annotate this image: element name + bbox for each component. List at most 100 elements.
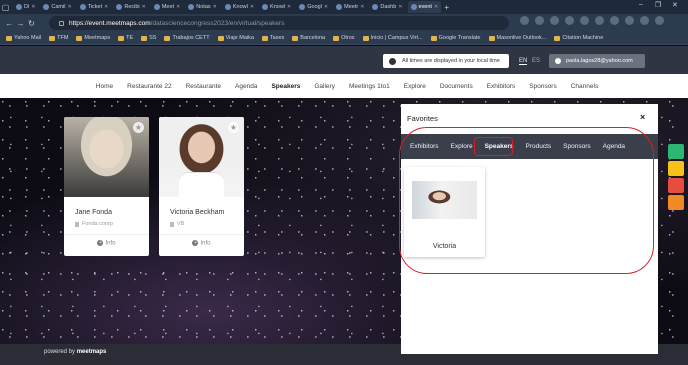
bookmark-item[interactable]: TE (118, 35, 133, 41)
profile-avatar-icon[interactable] (655, 16, 664, 25)
new-tab-icon[interactable]: + (441, 3, 452, 12)
extension-icon[interactable] (550, 16, 559, 25)
browser-tab[interactable]: Notas ✕ (185, 1, 220, 13)
close-tab-icon[interactable]: ✕ (434, 4, 438, 10)
nav-explore[interactable]: Explore (404, 83, 426, 90)
nav-agenda[interactable]: Agenda (235, 83, 257, 90)
bookmark-item[interactable]: Yahoo Mail (6, 35, 41, 41)
lang-es-button[interactable]: ES (532, 58, 540, 64)
browser-tab[interactable]: Di ✕ (13, 1, 38, 13)
nav-home[interactable]: Home (96, 83, 113, 90)
browser-tab[interactable]: Camil ✕ (40, 1, 74, 13)
plus-icon: + (192, 240, 199, 246)
browser-tab[interactable]: Ticket ✕ (77, 1, 112, 13)
close-tab-icon[interactable]: ✕ (250, 4, 254, 10)
star-icon[interactable]: ★ (228, 122, 239, 133)
browser-tab-active[interactable]: event ✕ (407, 1, 442, 13)
people-icon[interactable] (668, 178, 684, 193)
close-window-icon[interactable]: ✕ (672, 1, 678, 9)
bookmark-item[interactable]: Google Translate (430, 35, 481, 41)
close-icon[interactable]: × (640, 112, 645, 122)
close-tab-icon[interactable]: ✕ (360, 4, 364, 10)
extension-icon[interactable] (580, 16, 589, 25)
speaker-company: VB (170, 221, 184, 227)
bookmark-icon (488, 35, 495, 41)
bookmark-item[interactable]: Citation Machine (554, 35, 603, 41)
nav-restaurante[interactable]: Restaurante (186, 83, 221, 90)
browser-tab[interactable]: Dashb ✕ (369, 1, 405, 13)
highlight-annotation (399, 127, 654, 274)
maximize-icon[interactable]: ❐ (655, 1, 661, 9)
close-tab-icon[interactable]: ✕ (287, 4, 291, 10)
bookmark-item[interactable]: Barcelona (292, 35, 325, 41)
nav-gallery[interactable]: Gallery (314, 83, 335, 90)
close-tab-icon[interactable]: ✕ (67, 4, 71, 10)
forward-icon[interactable]: → (15, 19, 26, 28)
extension-icon[interactable] (520, 16, 529, 25)
extension-icon[interactable] (625, 16, 634, 25)
browser-tab[interactable]: Knowl ✕ (222, 1, 257, 13)
folder-icon (261, 35, 268, 41)
info-button[interactable]: + Info (159, 240, 244, 247)
minimize-icon[interactable]: – (639, 1, 643, 8)
extension-icon[interactable] (595, 16, 604, 25)
close-tab-icon[interactable]: ✕ (31, 4, 35, 10)
clock-icon (389, 57, 396, 65)
bookmark-item[interactable]: Inicio | Campus Virt... (362, 35, 423, 41)
back-icon[interactable]: ← (4, 19, 15, 28)
bookmark-item[interactable]: SS (141, 35, 156, 41)
speaker-card[interactable]: ★ Victoria Beckham VB + Info (159, 117, 244, 256)
close-tab-icon[interactable]: ✕ (176, 4, 180, 10)
bookmark-item[interactable]: Trabajos CETT (164, 35, 210, 41)
browser-tab-strip: ▢ Di ✕ Camil ✕ Ticket ✕ Recibi ✕ Meet ✕ Notas… (0, 0, 688, 14)
nav-meetings[interactable]: Meetings 1to1 (349, 83, 390, 90)
star-icon[interactable]: ★ (133, 122, 144, 133)
user-icon (555, 58, 561, 64)
bookmark-item[interactable]: TFM (49, 35, 68, 41)
user-menu-button[interactable]: paola.lagos28@yahoo.com (549, 54, 645, 68)
extension-icon[interactable] (535, 16, 544, 25)
plus-icon: + (97, 240, 104, 246)
close-tab-icon[interactable]: ✕ (213, 4, 217, 10)
chat-icon[interactable] (668, 144, 684, 159)
bookmark-item[interactable]: Otros (333, 35, 355, 41)
bookmark-item[interactable]: Meetmaps (76, 35, 110, 41)
browser-tab[interactable]: Googl ✕ (296, 1, 331, 13)
close-tab-icon[interactable]: ✕ (142, 4, 146, 10)
divider (64, 234, 149, 235)
nav-restaurante-22[interactable]: Restaurante 22 (127, 83, 171, 90)
extension-icon[interactable] (565, 16, 574, 25)
nav-documents[interactable]: Documents (440, 83, 473, 90)
nav-speakers[interactable]: Speakers (271, 83, 300, 90)
address-bar[interactable]: https://event.meetmaps.com/datascienceco… (49, 16, 509, 30)
close-tab-icon[interactable]: ✕ (324, 4, 328, 10)
side-widgets (668, 144, 684, 210)
bell-icon[interactable] (668, 195, 684, 210)
tab-favicon-icon (153, 4, 160, 10)
browser-menu-icon[interactable]: ▢ (0, 3, 11, 12)
browser-tab[interactable]: Recibi ✕ (113, 1, 149, 13)
info-button[interactable]: + Info (64, 240, 149, 247)
star-icon[interactable] (668, 161, 684, 176)
tab-favicon-icon (372, 4, 379, 10)
speaker-card[interactable]: ★ Jane Fonda Fonda coorp + Info (64, 117, 149, 256)
extension-icon[interactable] (610, 16, 619, 25)
close-tab-icon[interactable]: ✕ (104, 4, 108, 10)
reload-icon[interactable]: ↻ (26, 19, 37, 28)
tab-favicon-icon (262, 4, 269, 10)
bookmark-item[interactable]: Viaje Maika (217, 35, 254, 41)
browser-tab[interactable]: Knowl ✕ (259, 1, 294, 13)
nav-sponsors[interactable]: Sponsors (529, 83, 556, 90)
browser-toolbar: ← → ↻ https://event.meetmaps.com/datasci… (0, 14, 688, 32)
close-tab-icon[interactable]: ✕ (398, 4, 402, 10)
extension-icon[interactable] (640, 16, 649, 25)
folder-icon (76, 35, 83, 41)
nav-channels[interactable]: Channels (571, 83, 598, 90)
speaker-name: Jane Fonda (75, 209, 112, 216)
lang-en-button[interactable]: EN (519, 58, 528, 65)
bookmark-item[interactable]: Masonlive Outlook... (488, 35, 546, 41)
bookmark-item[interactable]: Taxes (261, 35, 284, 41)
nav-exhibitors[interactable]: Exhibitors (487, 83, 516, 90)
browser-tab[interactable]: Meet ✕ (151, 1, 183, 13)
browser-tab[interactable]: Meetr ✕ (333, 1, 367, 13)
